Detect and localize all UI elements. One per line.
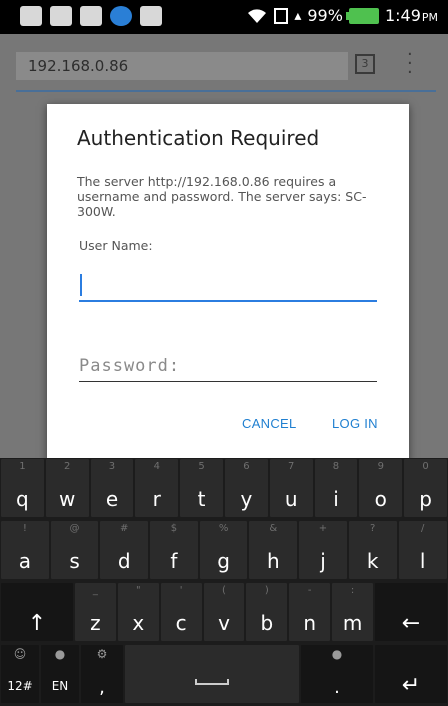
nfc-icon [274,7,289,24]
page-load-progress [16,90,436,92]
tab-switcher-button[interactable]: 3 [355,54,375,74]
symbols-key[interactable]: ☺ 12# [0,644,40,704]
key-h[interactable]: & h [248,520,299,580]
key-g[interactable]: % g [198,520,249,580]
url-bar[interactable]: 192.168.0.86 [16,52,348,80]
overflow-menu-icon[interactable]: · · · [407,46,413,82]
key-l[interactable]: / l [397,520,448,580]
clipboard-icon [140,6,162,26]
key-o[interactable]: 9o [358,458,404,518]
username-label: User Name: [79,238,153,253]
key-x[interactable]: " x [116,582,160,642]
key-c[interactable]: ' c [159,582,203,642]
key-r[interactable]: 4r [134,458,180,518]
backspace-arrow-icon: ← [401,611,421,636]
key-v[interactable]: (v [202,582,246,642]
key-y[interactable]: 6y [223,458,269,518]
emoji-icon: ☺ [13,647,27,661]
settings-gear-icon: ⚙ [96,647,108,661]
text-cursor [80,274,82,296]
enter-key[interactable]: ↵ [374,644,448,704]
enter-arrow-icon: ↵ [401,673,421,698]
language-key[interactable]: ● EN [40,644,80,704]
shift-key[interactable]: ↑ [0,582,74,642]
key-m[interactable]: :m [331,582,375,642]
keyboard-row-1: 1q 2w 3e 4r 5t 6y 7u 8i 9o 0p [0,458,448,518]
clock: 1:49PM [384,6,438,25]
voicemail-icon [80,6,102,26]
keyboard-row-2: ! a @ s # d $ f % g & h + j ? k / l [0,520,448,580]
browser-window: 192.168.0.86 3 · · · Authentication Requir… [0,34,448,462]
key-q[interactable]: 1q [0,458,45,518]
key-e[interactable]: 3e [89,458,135,518]
soft-keyboard: 1q 2w 3e 4r 5t 6y 7u 8i 9o 0p ! a @ s # d $… [0,458,448,706]
space-key[interactable] [124,644,300,704]
key-t[interactable]: 5t [179,458,224,518]
globe-icon: ● [54,647,66,661]
key-i[interactable]: 8i [313,458,359,518]
shift-arrow-icon: ↑ [27,611,47,636]
cancel-button[interactable]: CANCEL [242,416,297,431]
key-a[interactable]: ! a [0,520,50,580]
profile-icon [110,6,132,26]
key-j[interactable]: + j [298,520,348,580]
key-p[interactable]: 0p [403,458,448,518]
key-f[interactable]: $ f [149,520,199,580]
screen: ▴ 99% 1:49PM 192.168.0.86 3 · · · Authenti… [0,0,448,706]
wifi-icon [246,7,268,25]
period-key[interactable]: ● . [300,644,374,704]
space-icon [195,679,229,685]
comma-key[interactable]: ⚙ , [80,644,124,704]
login-button[interactable]: LOG IN [332,416,378,431]
key-k[interactable]: ? k [347,520,398,580]
key-b[interactable]: ) b [245,582,289,642]
battery-icon [345,7,379,24]
microphone-icon: ● [331,647,343,661]
status-bar: ▴ 99% 1:49PM [0,0,448,34]
keyboard-row-3: ↑ _ z " x ' c (v ) b -n :m ← [0,582,448,642]
key-s[interactable]: @ s [49,520,100,580]
keyboard-icon [20,6,42,26]
key-u[interactable]: 7u [268,458,314,518]
auth-dialog: Authentication Required The server http:… [47,104,409,462]
key-w[interactable]: 2w [44,458,90,518]
signal-icon: ▴ [294,7,302,24]
dialog-title: Authentication Required [77,126,320,150]
battery-percent: 99% [307,6,343,25]
notification-icons [20,6,162,26]
key-n[interactable]: -n [288,582,332,642]
keyboard-row-4: ☺ 12# ● EN ⚙ , ● . ↵ [0,644,448,704]
dialog-message: The server http://192.168.0.86 requires … [77,174,367,219]
username-input[interactable] [79,270,377,302]
backspace-key[interactable]: ← [374,582,448,642]
key-d[interactable]: # d [99,520,150,580]
password-input[interactable] [79,350,377,382]
key-z[interactable]: _ z [74,582,117,642]
image-icon [50,6,72,26]
system-icons: ▴ 99% 1:49PM [246,6,438,25]
